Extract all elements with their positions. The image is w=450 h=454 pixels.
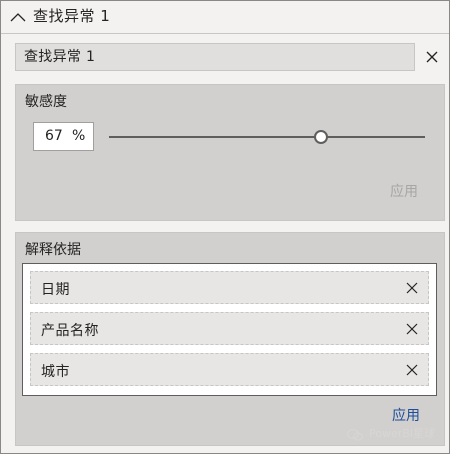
anomaly-pane: 查找异常 1 查找异常 1 敏感度 67 % 应用 解释依据 日期 产品名称 城… <box>0 0 450 454</box>
field-label: 产品名称 <box>41 323 99 339</box>
anomaly-header[interactable]: 查找异常 1 <box>1 1 449 33</box>
explain-field-list: 日期 产品名称 城市 <box>22 263 437 396</box>
sensitivity-slider[interactable] <box>109 127 425 147</box>
anomaly-name-input[interactable]: 查找异常 1 <box>15 43 415 71</box>
sensitivity-value-input[interactable]: 67 % <box>33 122 94 151</box>
remove-field-icon[interactable] <box>406 323 418 335</box>
wechat-icon <box>347 429 363 441</box>
slider-thumb[interactable] <box>313 130 328 144</box>
explain-by-title: 解释依据 <box>25 242 81 258</box>
remove-field-icon[interactable] <box>406 364 418 376</box>
remove-field-icon[interactable] <box>406 282 418 294</box>
sensitivity-value: 67 <box>45 128 63 144</box>
close-icon[interactable] <box>425 50 439 64</box>
slider-track <box>109 136 425 138</box>
explain-by-panel: 解释依据 日期 产品名称 城市 应用 <box>15 232 445 446</box>
explain-apply-button[interactable]: 应用 <box>392 405 420 425</box>
watermark-text: PowerBI星球 <box>369 427 436 440</box>
sensitivity-panel: 敏感度 67 % 应用 <box>15 84 445 221</box>
field-label: 日期 <box>41 282 70 298</box>
sensitivity-unit: % <box>72 128 86 144</box>
header-divider <box>1 33 449 34</box>
sensitivity-title: 敏感度 <box>25 94 67 110</box>
anomaly-title: 查找异常 1 <box>33 7 111 25</box>
field-item-city[interactable]: 城市 <box>30 353 429 386</box>
sensitivity-apply-button[interactable]: 应用 <box>390 181 418 201</box>
field-item-product-name[interactable]: 产品名称 <box>30 312 429 345</box>
field-item-date[interactable]: 日期 <box>30 271 429 304</box>
chevron-up-icon[interactable] <box>9 8 27 26</box>
field-label: 城市 <box>41 364 70 380</box>
